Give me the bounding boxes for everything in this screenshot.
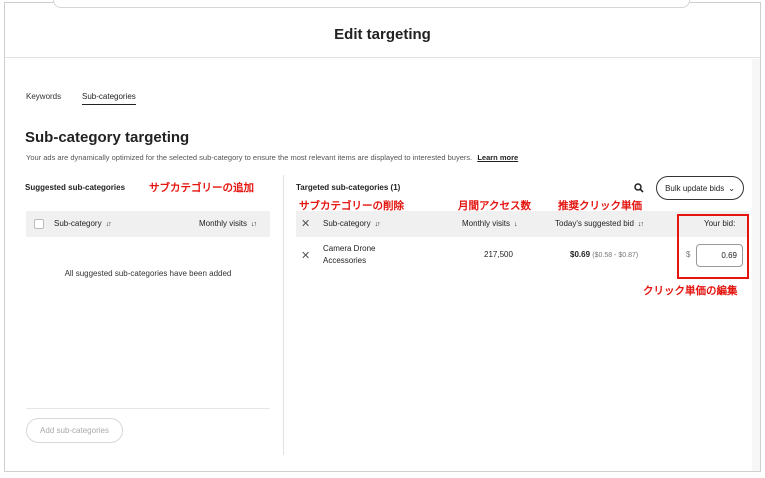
suggested-title: Suggested sub-categories [25,183,126,192]
annotation-add: サブカテゴリーの追加 [149,182,254,194]
page-title: Edit targeting [334,26,431,43]
chevron-down-icon: ⌄ [728,183,735,193]
annotation-highlight-box [677,214,749,279]
section-description: Your ads are dynamically optimized for t… [26,153,518,162]
add-sub-categories-button[interactable]: Add sub-categories [26,418,123,443]
select-all-checkbox[interactable] [34,219,44,229]
remove-row-close-icon[interactable]: ✕ [301,249,310,262]
bulk-update-bids-button[interactable]: Bulk update bids ⌄ [656,176,744,200]
arrow-down-icon: ↓ [514,221,517,228]
column-suggested-bid[interactable]: Today's suggested bid ↓↑ [555,219,644,228]
annotation-edit-bid: クリック単価の編集 [643,285,738,297]
remove-all-close-icon[interactable]: ✕ [301,217,310,230]
targeted-title: Targeted sub-categories (1) [296,183,401,192]
row-suggested-bid: $0.69 ($0.58 - $0.87) [570,250,639,259]
row-monthly-visits: 217,500 [484,250,513,259]
tab-keywords[interactable]: Keywords [26,92,61,101]
description-text: Your ads are dynamically optimized for t… [26,153,473,162]
section-title: Sub-category targeting [25,129,190,146]
bid-range: ($0.58 - $0.87) [592,252,639,259]
row-subcategory-name: Camera Drone Accessories [323,244,376,265]
empty-message: All suggested sub-categories have been a… [64,269,232,278]
sort-arrows-icon: ↓↑ [374,221,381,228]
modal-content [5,59,752,471]
tab-sub-categories[interactable]: Sub-categories [82,92,136,105]
sort-arrows-icon: ↓↑ [251,221,257,228]
sort-arrows-icon: ↓↑ [637,221,644,228]
bulk-update-label: Bulk update bids [665,183,725,193]
sort-arrows-icon: ↓↑ [105,221,112,228]
column-monthly-visits-targeted[interactable]: Monthly visits ↓ [462,219,517,228]
modal-header: Edit targeting [5,10,760,58]
column-monthly-visits[interactable]: Monthly visits ↓↑ [199,219,257,228]
learn-more-link[interactable]: Learn more [477,153,518,162]
column-subcategory[interactable]: Sub-category ↓↑ [54,219,112,228]
column-subcategory-targeted[interactable]: Sub-category ↓↑ [323,219,381,228]
left-bottom-divider [26,408,270,409]
search-button[interactable] [631,180,647,196]
top-bar-strip [53,0,690,8]
search-icon [634,183,644,193]
panel-divider [283,175,284,455]
